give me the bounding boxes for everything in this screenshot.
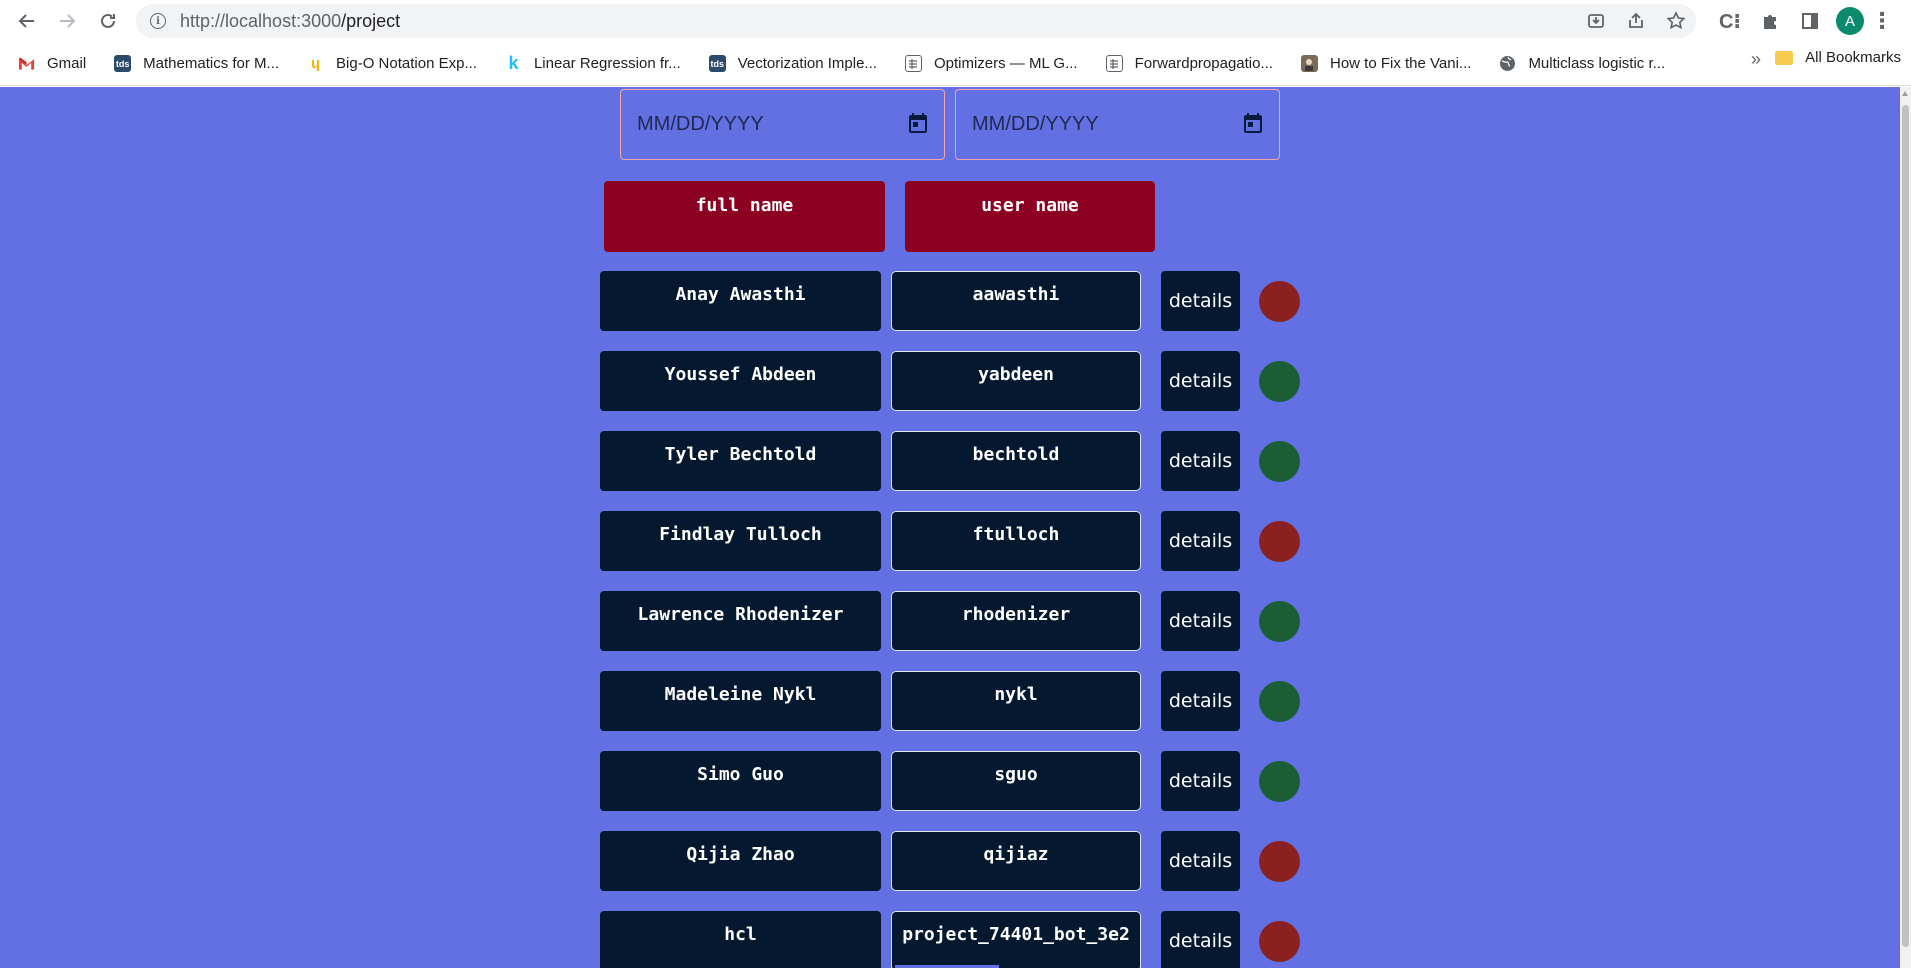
status-indicator	[1259, 441, 1300, 482]
end-date-placeholder: MM/DD/YYYY	[972, 113, 1099, 135]
full-name-cell: Qijia Zhao	[600, 831, 881, 891]
status-indicator	[1259, 521, 1300, 562]
browser-right-tools: C⁝ A ⋮	[1710, 0, 1894, 42]
details-button[interactable]: details	[1161, 751, 1240, 811]
bookmark-big-o[interactable]: ɥ Big-O Notation Exp...	[289, 49, 487, 79]
person-icon	[1300, 55, 1318, 72]
full-name-cell: Lawrence Rhodenizer	[600, 591, 881, 651]
full-name-sort-button[interactable]: full name	[604, 181, 885, 252]
puzzle-extensions-icon[interactable]	[1750, 1, 1790, 41]
details-button[interactable]: details	[1161, 591, 1240, 651]
share-icon[interactable]	[1616, 4, 1656, 38]
status-indicator	[1259, 601, 1300, 642]
details-button[interactable]: details	[1161, 511, 1240, 571]
full-name-cell: Madeleine Nykl	[600, 671, 881, 731]
url-text[interactable]: http://localhost:3000/project	[180, 11, 400, 32]
scroll-up-arrow-icon[interactable]	[1902, 91, 1908, 96]
bookmark-label: Optimizers — ML G...	[933, 55, 1078, 72]
bookmark-label: Linear Regression fr...	[533, 55, 681, 72]
calendar-icon[interactable]	[1241, 111, 1265, 135]
full-name-cell: Anay Awasthi	[600, 271, 881, 331]
back-arrow-icon[interactable]	[7, 1, 47, 41]
user-name-cell: aawasthi	[891, 271, 1141, 331]
vertical-scrollbar[interactable]	[1900, 87, 1911, 968]
bookmark-label: Mathematics for M...	[143, 55, 280, 72]
user-name-cell: rhodenizer	[891, 591, 1141, 651]
bookmark-optimizers[interactable]: Optimizers — ML G...	[887, 49, 1088, 79]
full-name-cell: hcl	[600, 911, 881, 968]
profile-avatar[interactable]: A	[1836, 7, 1864, 35]
start-date-input[interactable]: MM/DD/YYYY	[620, 89, 945, 160]
all-bookmarks-folder[interactable]: All Bookmarks	[1775, 49, 1901, 66]
details-button[interactable]: details	[1161, 271, 1240, 331]
user-name-cell: project_74401_bot_3e2	[891, 911, 1141, 968]
user-name-sort-button[interactable]: user name	[905, 181, 1155, 252]
user-name-cell: bechtold	[891, 431, 1141, 491]
browser-toolbar: i http://localhost:3000/project C⁝ A ⋮	[0, 0, 1911, 42]
details-button[interactable]: details	[1161, 831, 1240, 891]
start-date-placeholder: MM/DD/YYYY	[637, 113, 764, 135]
status-indicator	[1259, 761, 1300, 802]
bigo-icon: ɥ	[310, 55, 321, 72]
bookmark-forwardpropagation[interactable]: Forwardpropagatio...	[1088, 49, 1283, 79]
status-indicator	[1259, 921, 1300, 962]
bookmark-label: How to Fix the Vani...	[1329, 55, 1472, 72]
url-path: /project	[341, 10, 401, 31]
user-name-cell: nykl	[891, 671, 1141, 731]
tds-icon: tds	[114, 55, 132, 72]
calendar-icon[interactable]	[906, 111, 930, 135]
globe-icon	[1499, 55, 1516, 72]
bookmark-label: Multiclass logistic r...	[1528, 55, 1666, 72]
bookmarks-bar: Gmail tds Mathematics for M... ɥ Big-O N…	[0, 42, 1911, 86]
extension-c-icon[interactable]: C⁝	[1710, 1, 1750, 41]
status-indicator	[1259, 841, 1300, 882]
omnibox-actions	[1576, 4, 1696, 38]
doc-icon	[1105, 55, 1123, 72]
details-button[interactable]: details	[1161, 911, 1240, 968]
full-name-cell: Tyler Bechtold	[600, 431, 881, 491]
user-name-cell: yabdeen	[891, 351, 1141, 411]
forward-arrow-icon[interactable]	[47, 1, 87, 41]
reload-icon[interactable]	[88, 1, 128, 41]
address-bar[interactable]: i http://localhost:3000/project	[136, 4, 1696, 38]
tds-icon: tds	[708, 55, 726, 72]
bookmark-label: Vectorization Imple...	[737, 55, 877, 72]
folder-icon	[1775, 50, 1794, 65]
user-name-cell: ftulloch	[891, 511, 1141, 571]
user-name-cell: qijiaz	[891, 831, 1141, 891]
bookmark-vanishing[interactable]: How to Fix the Vani...	[1283, 49, 1481, 79]
bookmark-multiclass[interactable]: Multiclass logistic r...	[1481, 49, 1675, 79]
all-bookmarks-label: All Bookmarks	[1805, 49, 1901, 66]
bookmark-mathematics[interactable]: tds Mathematics for M...	[96, 49, 289, 79]
bookmark-label: Forwardpropagatio...	[1134, 55, 1273, 72]
status-indicator	[1259, 281, 1300, 322]
bookmark-star-icon[interactable]	[1656, 4, 1696, 38]
details-button[interactable]: details	[1161, 351, 1240, 411]
install-icon[interactable]	[1576, 4, 1616, 38]
bookmark-linear-regression[interactable]: k Linear Regression fr...	[487, 49, 691, 79]
side-panel-icon[interactable]	[1790, 1, 1830, 41]
bookmark-label: Big-O Notation Exp...	[336, 55, 477, 72]
bookmark-gmail[interactable]: Gmail	[0, 49, 96, 79]
bookmark-label: Gmail	[47, 55, 87, 72]
doc-icon	[904, 55, 922, 72]
k-icon: k	[508, 53, 519, 73]
scrollbar-thumb[interactable]	[1902, 105, 1909, 947]
gmail-icon	[18, 55, 35, 72]
details-button[interactable]: details	[1161, 431, 1240, 491]
project-page: MM/DD/YYYY MM/DD/YYYY full name user nam…	[0, 87, 1900, 968]
user-name-cell: sguo	[891, 751, 1141, 811]
full-name-cell: Findlay Tulloch	[600, 511, 881, 571]
url-host: http://localhost:3000	[180, 10, 342, 31]
details-button[interactable]: details	[1161, 671, 1240, 731]
bookmarks-overflow-icon[interactable]: »	[1751, 49, 1761, 70]
status-indicator	[1259, 361, 1300, 402]
menu-kebab-icon[interactable]: ⋮	[1870, 1, 1894, 41]
end-date-input[interactable]: MM/DD/YYYY	[955, 89, 1280, 160]
site-info-icon[interactable]: i	[150, 13, 166, 29]
status-indicator	[1259, 681, 1300, 722]
full-name-cell: Simo Guo	[600, 751, 881, 811]
full-name-cell: Youssef Abdeen	[600, 351, 881, 411]
bookmark-vectorization[interactable]: tds Vectorization Imple...	[691, 49, 887, 79]
